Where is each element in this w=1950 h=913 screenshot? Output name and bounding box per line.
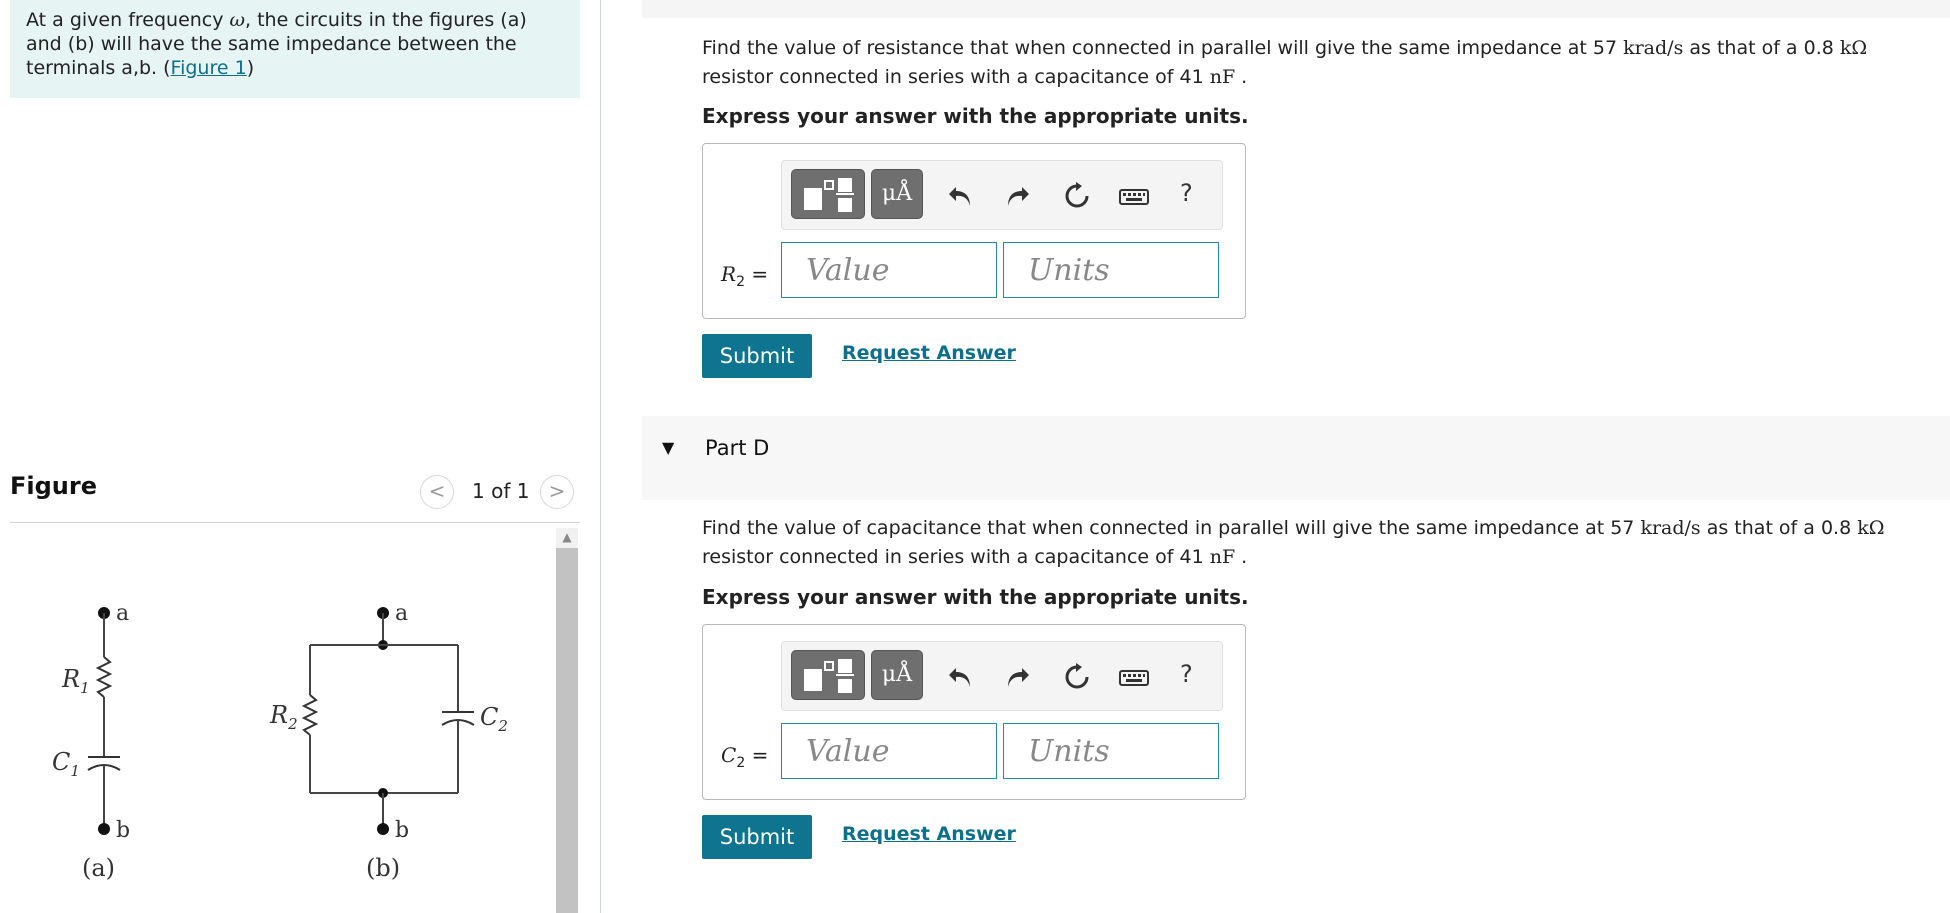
redo-icon[interactable]: [1002, 662, 1032, 692]
resistor-r2: [301, 694, 319, 736]
terminal-a-label: a: [395, 601, 408, 626]
keyboard-icon[interactable]: [1118, 181, 1150, 211]
reset-icon[interactable]: [1062, 662, 1092, 692]
template-icon[interactable]: [791, 650, 865, 700]
part-c-answer-box: μÅ ? R2 =: [702, 143, 1246, 319]
variable-label-c2: C2 =: [721, 743, 769, 771]
keyboard-icon[interactable]: [1118, 662, 1150, 692]
part-d-answer-box: μÅ ? C2 =: [702, 624, 1246, 800]
math-toolbar: μÅ ?: [781, 641, 1223, 711]
value-input[interactable]: [781, 242, 997, 298]
terminal-a-label: a: [116, 601, 129, 626]
circuit-a: a R1 C1 b (a): [52, 601, 130, 882]
caret-down-icon[interactable]: ▼: [662, 438, 674, 457]
part-c-header-band: [642, 0, 1950, 18]
undo-icon[interactable]: [946, 181, 976, 211]
c1-label: C1: [52, 748, 80, 780]
omega-symbol: ω: [229, 9, 246, 31]
units-input[interactable]: [1003, 723, 1219, 779]
caption-b: (b): [366, 854, 400, 882]
part-d-header[interactable]: [642, 416, 1950, 500]
scroll-thumb[interactable]: [556, 548, 578, 913]
units-input[interactable]: [1003, 242, 1219, 298]
help-icon[interactable]: ?: [1180, 660, 1193, 688]
chevron-right-icon[interactable]: >: [540, 475, 574, 509]
problem-intro: At a given frequency ω, the circuits in …: [10, 0, 580, 98]
variable-label-r2: R2 =: [721, 262, 769, 290]
redo-icon[interactable]: [1002, 181, 1032, 211]
circuit-diagram: a R1 C1 b (a) a R2 C2 b (b): [52, 601, 508, 882]
figure-divider: [10, 522, 580, 523]
chevron-left-icon[interactable]: <: [420, 475, 454, 509]
part-c-question: Find the value of resistance that when c…: [702, 37, 1868, 88]
terminal-b-label: b: [395, 818, 409, 843]
figure-link[interactable]: Figure 1: [171, 57, 247, 79]
caption-a: (a): [82, 854, 115, 882]
intro-text-1: At a given frequency: [26, 9, 230, 31]
circuit-b: a R2 C2 b (b): [269, 601, 508, 882]
help-icon[interactable]: ?: [1180, 179, 1193, 207]
template-icon[interactable]: [791, 169, 865, 219]
math-toolbar: μÅ ?: [781, 160, 1223, 230]
submit-button[interactable]: Submit: [702, 334, 812, 378]
reset-icon[interactable]: [1062, 181, 1092, 211]
figure-scrollbar[interactable]: ▲: [556, 528, 578, 913]
submit-button[interactable]: Submit: [702, 815, 812, 859]
part-d-question: Find the value of capacitance that when …: [702, 517, 1885, 568]
pane-divider[interactable]: [600, 0, 601, 913]
terminal-b-dot: [377, 823, 389, 835]
resistor-r1: [95, 656, 113, 698]
request-answer-link[interactable]: Request Answer: [842, 342, 1016, 364]
value-input[interactable]: [781, 723, 997, 779]
terminal-b-label: b: [116, 818, 130, 843]
terminal-b-dot: [98, 823, 110, 835]
part-c-instruction: Express your answer with the appropriate…: [702, 104, 1249, 128]
r2-label: R2: [269, 701, 298, 733]
r1-label: R1: [61, 665, 90, 697]
pager-count: 1 of 1: [472, 479, 530, 503]
part-d-title[interactable]: Part D: [705, 436, 769, 460]
intro-text-3: ): [246, 57, 255, 79]
figure-pager: < 1 of 1 >: [420, 475, 580, 509]
left-pane: At a given frequency ω, the circuits in …: [0, 0, 600, 913]
request-answer-link[interactable]: Request Answer: [842, 823, 1016, 845]
figure-title: Figure: [10, 472, 97, 500]
scroll-up-icon[interactable]: ▲: [556, 528, 578, 546]
c2-label: C2: [480, 703, 508, 735]
part-d-instruction: Express your answer with the appropriate…: [702, 585, 1249, 609]
units-icon[interactable]: μÅ: [871, 650, 923, 700]
units-icon[interactable]: μÅ: [871, 169, 923, 219]
undo-icon[interactable]: [946, 662, 976, 692]
